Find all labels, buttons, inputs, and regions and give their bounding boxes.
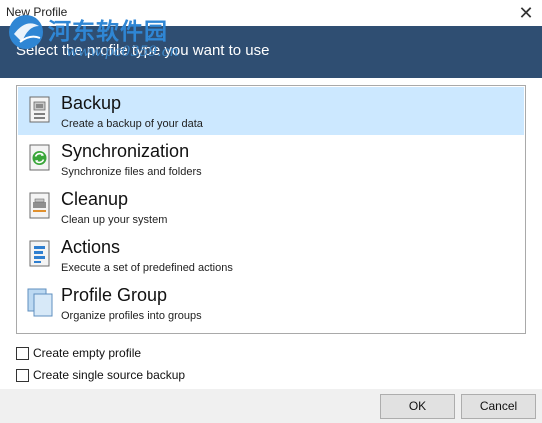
- backup-icon: [29, 96, 50, 123]
- profile-type-name: Actions: [61, 237, 121, 257]
- profile-type-description: Execute a set of predefined actions: [61, 262, 233, 274]
- profile-type-description: Clean up your system: [61, 214, 168, 226]
- close-icon[interactable]: ✕: [510, 0, 542, 26]
- header-banner: Select the profile type you want to use: [0, 26, 542, 78]
- profile-type-description: Create a backup of your data: [61, 118, 203, 130]
- actions-icon: [29, 240, 50, 267]
- profile-type-description: Synchronize files and folders: [61, 166, 202, 178]
- ok-button[interactable]: OK: [380, 394, 455, 419]
- checkbox-box[interactable]: [16, 347, 29, 360]
- profile-type-profile-group[interactable]: Profile Group Organize profiles into gro…: [18, 279, 524, 327]
- cleanup-icon: [29, 192, 50, 219]
- title-bar: New Profile ✕: [0, 0, 542, 26]
- profile-type-name: Synchronization: [61, 141, 190, 161]
- header-text: Select the profile type you want to use: [16, 42, 270, 59]
- checkbox-label: Create empty profile: [33, 346, 142, 360]
- dialog-footer: OK Cancel: [0, 389, 542, 423]
- profile-type-cleanup[interactable]: Cleanup Clean up your system: [18, 183, 524, 231]
- profile-type-list[interactable]: Backup Create a backup of your data Sync…: [16, 85, 526, 334]
- cancel-button[interactable]: Cancel: [461, 394, 536, 419]
- profile-type-actions[interactable]: Actions Execute a set of predefined acti…: [18, 231, 524, 279]
- checkbox-label: Create single source backup: [33, 368, 186, 382]
- profile-type-synchronization[interactable]: Synchronization Synchronize files and fo…: [18, 135, 524, 183]
- profile-type-name: Cleanup: [61, 189, 129, 209]
- window-title: New Profile: [6, 5, 68, 19]
- profile-group-icon: [27, 288, 53, 317]
- profile-type-backup[interactable]: Backup Create a backup of your data: [18, 87, 524, 135]
- checkbox-box[interactable]: [16, 369, 29, 382]
- profile-type-name: Backup: [61, 93, 122, 113]
- profile-type-description: Organize profiles into groups: [61, 310, 202, 322]
- sync-icon: [29, 144, 50, 171]
- profile-type-name: Profile Group: [61, 285, 168, 305]
